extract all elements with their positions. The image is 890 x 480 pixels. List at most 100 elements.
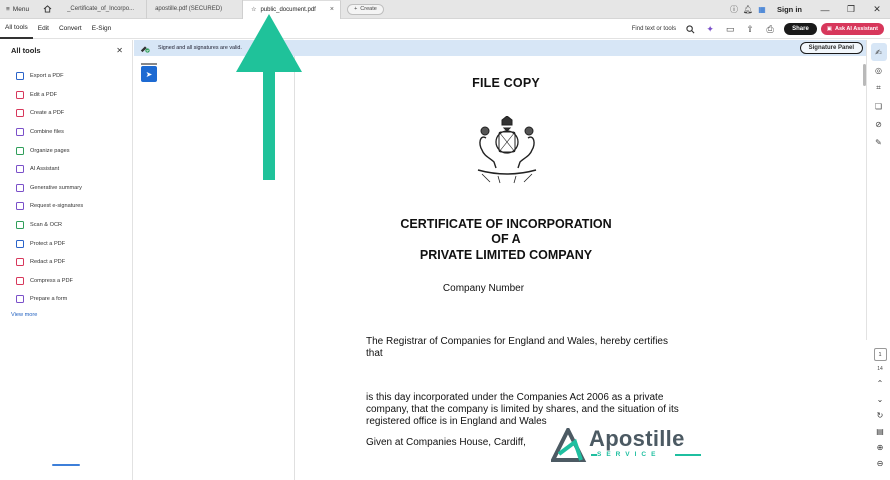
search-icon[interactable] xyxy=(680,19,700,39)
fill-sign-icon[interactable]: ✎ xyxy=(871,133,887,151)
tool-icon xyxy=(16,146,24,155)
apostille-service-watermark: Apostille SERVICE xyxy=(551,426,711,466)
tool-label: AI Assistant xyxy=(30,166,60,173)
tool-label: Export a PDF xyxy=(30,73,64,80)
find-text-label[interactable]: Find text or tools xyxy=(632,26,676,32)
panel-scrollbar[interactable] xyxy=(52,464,80,466)
all-tools-panel: All tools ✕ Export a PDF Edit a PDF Create… xyxy=(0,40,133,480)
comments-icon[interactable]: ◎ xyxy=(871,61,887,79)
tool-item-export-a-pdf[interactable]: Export a PDF xyxy=(0,67,132,86)
apps-grid-icon[interactable]: ▦ xyxy=(755,0,769,19)
tool-item-compress-a-pdf[interactable]: Compress a PDF xyxy=(0,272,132,291)
tool-icon xyxy=(16,202,24,211)
close-tab-icon[interactable]: × xyxy=(330,6,334,13)
close-window-icon[interactable]: ✕ xyxy=(864,0,890,19)
panel-title: All tools xyxy=(11,46,41,55)
close-panel-icon[interactable]: ✕ xyxy=(116,46,123,55)
create-label: Create xyxy=(360,6,377,12)
signature-panel-button[interactable]: Signature Panel xyxy=(799,41,863,54)
cursor-arrow-icon: ➤ xyxy=(145,69,153,79)
ask-ai-assistant-button[interactable]: ▣ Ask AI Assistant xyxy=(820,23,884,35)
tool-item-organize-pages[interactable]: Organize pages xyxy=(0,141,132,160)
watermark-word: Apostille xyxy=(589,426,685,451)
upload-cloud-icon[interactable]: ⇪ xyxy=(740,19,760,39)
menu-edit[interactable]: Edit xyxy=(33,19,54,39)
menu-label: Menu xyxy=(12,5,30,13)
tools-list: Export a PDF Edit a PDF Create a PDF Combin… xyxy=(0,67,132,309)
watermark-rule-right xyxy=(675,454,701,456)
tool-label: Request e-signatures xyxy=(30,203,84,210)
tab-label: _Certificate_of_Incorpo... xyxy=(67,6,135,12)
star-icon[interactable]: ☆ xyxy=(251,6,256,13)
menu-e-sign[interactable]: E-Sign xyxy=(87,19,117,39)
page-icon[interactable]: ▤ xyxy=(876,426,884,436)
notifications-icon[interactable]: 🔔︎ xyxy=(741,0,755,19)
minimize-window-icon[interactable]: — xyxy=(812,0,838,19)
select-tool-button[interactable]: ➤ xyxy=(141,66,157,82)
tab-apostille[interactable]: apostille.pdf (SECURED) xyxy=(147,0,244,19)
tool-label: Redact a PDF xyxy=(30,259,66,266)
tool-label: Protect a PDF xyxy=(30,240,66,247)
tool-item-redact-a-pdf[interactable]: Redact a PDF xyxy=(0,253,132,272)
tool-item-combine-files[interactable]: Combine files xyxy=(0,123,132,142)
print-icon[interactable]: ⎙ xyxy=(760,19,780,39)
tool-item-request-e-signatures[interactable]: Request e-signatures xyxy=(0,197,132,216)
attachment-icon[interactable]: ⊘ xyxy=(871,115,887,133)
chevron-up-icon[interactable]: ⌃ xyxy=(877,378,884,388)
royal-coat-of-arms-icon xyxy=(477,116,537,184)
tool-icon xyxy=(16,258,24,267)
tool-item-ai-assistant[interactable]: AI Assistant xyxy=(0,160,132,179)
ai-sparkle-icon[interactable]: ✦ xyxy=(700,19,720,39)
chevron-down-icon[interactable]: ⌄ xyxy=(877,394,884,404)
menu-convert[interactable]: Convert xyxy=(54,19,87,39)
menu-button[interactable]: ≡ Menu xyxy=(0,0,35,19)
certificate-heading-line-2: OF A xyxy=(491,232,521,246)
tool-label: Create a PDF xyxy=(30,110,65,117)
annotation-arrow-icon xyxy=(236,14,302,180)
signature-valid-icon xyxy=(140,43,154,53)
zoom-out-icon[interactable]: ⊖ xyxy=(877,458,884,468)
incorporation-paragraph-line-2: company, that the company is limited by … xyxy=(366,404,679,415)
menu-all-tools[interactable]: All tools xyxy=(0,19,33,39)
help-icon[interactable]: ⓘ xyxy=(727,0,741,19)
main-toolbar: All tools Edit Convert E-Sign Find text … xyxy=(0,19,890,39)
ai-assistant-icon: ▣ xyxy=(826,26,832,32)
tool-item-prepare-a-form[interactable]: Prepare a form xyxy=(0,290,132,309)
create-tab-button[interactable]: + Create xyxy=(347,3,384,15)
current-page-input[interactable]: 1 xyxy=(873,348,887,361)
tool-divider xyxy=(141,63,157,65)
sign-in-link[interactable]: Sign in xyxy=(777,5,802,14)
restore-window-icon[interactable]: ❐ xyxy=(838,0,864,19)
pages-icon[interactable]: ❏ xyxy=(871,97,887,115)
tool-icon xyxy=(16,183,24,192)
tool-icon xyxy=(16,165,24,174)
tab-label: public_document.pdf xyxy=(260,6,316,13)
tool-icon xyxy=(16,72,24,81)
home-icon xyxy=(43,5,51,13)
bookmark-icon[interactable]: ⌗ xyxy=(871,79,887,97)
view-more-link[interactable]: View more xyxy=(0,312,132,318)
toolbar-right: Find text or tools ✦ ▭ ⇪ ⎙ Share ▣ Ask A… xyxy=(632,19,890,39)
home-button[interactable] xyxy=(35,0,59,19)
plus-icon: + xyxy=(354,6,358,12)
comment-icon[interactable]: ▭ xyxy=(720,19,740,39)
certificate-heading-line-1: CERTIFICATE OF INCORPORATION xyxy=(400,217,612,231)
refresh-icon[interactable]: ↻ xyxy=(877,410,884,420)
signature-panel-icon[interactable]: ✍ xyxy=(870,43,887,61)
share-button[interactable]: Share xyxy=(784,23,817,35)
tool-label: Combine files xyxy=(30,129,64,136)
company-number-label: Company Number xyxy=(442,283,525,294)
tool-item-edit-a-pdf[interactable]: Edit a PDF xyxy=(0,86,132,105)
document-page[interactable]: FILE COPY CERTIFICATE OF INCORPORATION O… xyxy=(296,56,730,480)
apostille-logo-icon xyxy=(551,428,587,462)
tab-certificate[interactable]: _Certificate_of_Incorpo... xyxy=(59,0,148,19)
certificate-heading-line-3: PRIVATE LIMITED COMPANY xyxy=(419,248,593,262)
incorporation-paragraph-line-1: is this day incorporated under the Compa… xyxy=(366,392,664,403)
tool-item-create-a-pdf[interactable]: Create a PDF xyxy=(0,104,132,123)
page-navigation: 1 14 ⌃ ⌄ ↻ ▤ ⊕ ⊖ xyxy=(870,348,890,468)
zoom-in-icon[interactable]: ⊕ xyxy=(877,442,884,452)
hamburger-icon: ≡ xyxy=(6,5,10,13)
tool-item-protect-a-pdf[interactable]: Protect a PDF xyxy=(0,234,132,253)
tool-item-generative-summary[interactable]: Generative summary xyxy=(0,179,132,198)
tool-item-scan-ocr[interactable]: Scan & OCR xyxy=(0,216,132,235)
